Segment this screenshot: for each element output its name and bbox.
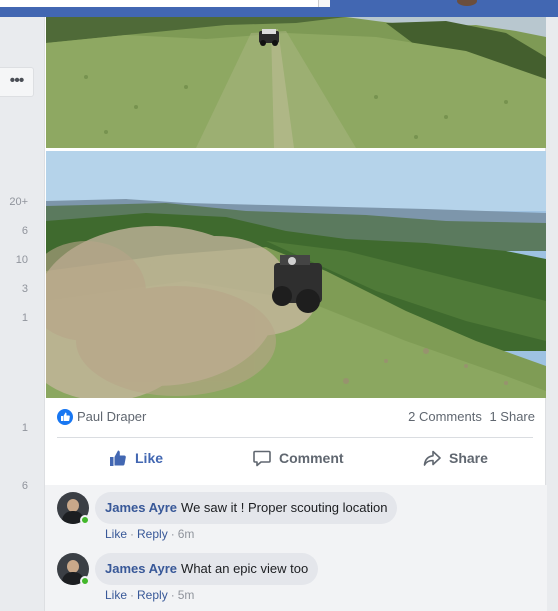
search-icon[interactable] [318,0,330,7]
comment-author[interactable]: James Ayre [105,500,177,515]
thumbs-up-icon [110,450,126,466]
left-column: ••• 20+ 6 10 3 1 1 6 [0,17,34,611]
online-status-indicator [80,576,90,586]
comment-text: What an epic view too [181,561,309,576]
comment-like-link[interactable]: Like [105,588,127,602]
reactor-name[interactable]: Paul Draper [77,409,146,424]
post-stats-bar: Paul Draper 2 Comments 1 Share [57,406,535,430]
comment-timestamp[interactable]: 5m [178,588,195,602]
count-label: 10 [15,254,28,266]
count-label: 6 [21,480,28,492]
comments-section: James Ayre We saw it ! Proper scouting lo… [45,485,547,611]
top-navigation-bar [0,0,558,17]
count-label: 1 [21,312,28,324]
comment-reply-link[interactable]: Reply [137,527,168,541]
share-button-label: Share [449,450,488,466]
comment-reply-link[interactable]: Reply [137,588,168,602]
share-arrow-icon [423,450,441,466]
divider [57,437,533,438]
count-label: 6 [21,225,28,237]
comment-bubble: James Ayre What an epic view too [95,553,319,585]
comment-meta: Like · Reply · 6m [105,527,195,541]
comment-button-label: Comment [279,450,344,466]
search-input[interactable] [0,0,330,7]
comment-meta: Like · Reply · 5m [105,588,195,602]
comment-like-link[interactable]: Like [105,527,127,541]
post-card: Paul Draper 2 Comments 1 Share Like Comm… [44,17,547,611]
post-photo-main[interactable] [46,151,546,398]
like-reaction-icon [57,409,73,425]
count-label: 1 [21,422,28,434]
comment-text: We saw it ! Proper scouting location [181,500,388,515]
more-options-button[interactable]: ••• [0,67,34,97]
like-button-label: Like [135,450,164,466]
comment-item: James Ayre We saw it ! Proper scouting lo… [57,492,537,542]
post-actions: Like Comment Share [57,441,533,475]
comment-bubble: James Ayre We saw it ! Proper scouting lo… [95,492,398,524]
shares-count-link[interactable]: 1 Share [489,409,535,424]
count-label: 20+ [9,196,28,208]
speech-bubble-icon [253,450,271,467]
comment-item: James Ayre What an epic view too Like · Rep… [57,553,537,603]
comment-timestamp[interactable]: 6m [178,527,195,541]
profile-avatar[interactable] [457,0,477,6]
comments-count-link[interactable]: 2 Comments [408,409,482,424]
comment-author[interactable]: James Ayre [105,561,177,576]
count-label: 3 [21,283,28,295]
online-status-indicator [80,515,90,525]
post-photo-top[interactable] [46,17,546,148]
